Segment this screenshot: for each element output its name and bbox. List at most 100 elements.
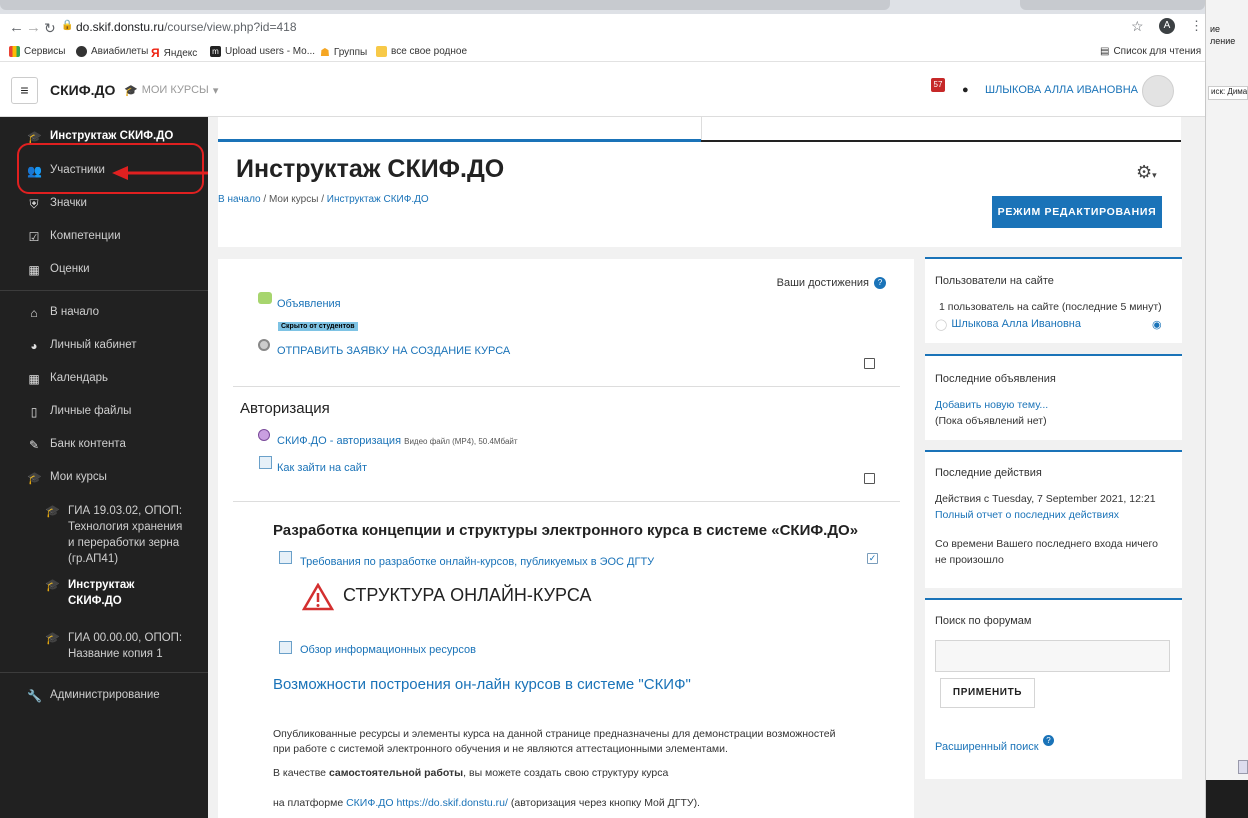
- header-tab-active: [218, 139, 701, 142]
- add-topic-link[interactable]: Добавить новую тему...: [935, 399, 1048, 411]
- drawer-item-grades[interactable]: ▦ Оценки: [0, 263, 208, 277]
- taskbar: [1206, 780, 1248, 818]
- overview-link[interactable]: Обзор информационных ресурсов: [300, 644, 476, 656]
- course-name-line: (гр.АП41): [68, 553, 119, 565]
- page-icon: [279, 641, 292, 654]
- breadcrumb-home[interactable]: В начало: [218, 194, 261, 205]
- hamburger-icon[interactable]: ≡: [11, 77, 38, 104]
- bookmark-avia[interactable]: Авиабилеты: [76, 46, 148, 57]
- auth-video-link[interactable]: СКИФ.ДО - авторизация: [277, 435, 401, 447]
- bookmark-folder[interactable]: все свое родное: [376, 46, 467, 57]
- help-icon[interactable]: ?: [1043, 735, 1054, 746]
- browser-tab[interactable]: [1020, 0, 1205, 10]
- recent-none-line: не произошло: [935, 554, 1004, 566]
- send-request-link[interactable]: ОТПРАВИТЬ ЗАЯВКУ НА СОЗДАНИЕ КУРСА: [277, 345, 510, 357]
- completion-checkbox[interactable]: [864, 473, 875, 484]
- drawer-course-gia[interactable]: 🎓 ГИА 19.03.02, ОПОП: Технология хранения и…: [0, 503, 208, 567]
- side-search[interactable]: иск: Дима: [1208, 86, 1248, 100]
- course-name-line: Технология хранения: [68, 521, 183, 533]
- site-brand[interactable]: СКИФ.ДО: [50, 82, 115, 98]
- no-news-text: (Пока объявлений нет): [935, 415, 1047, 427]
- course-content: Ваши достижения? Объявления Скрыто от ст…: [218, 259, 914, 818]
- task-text: , вы можете создать свою структуру курса: [463, 767, 669, 779]
- url-host: do.skif.donstu.ru: [76, 20, 165, 34]
- requirements-link[interactable]: Требования по разработке онлайн-курсов, …: [300, 556, 654, 568]
- drawer-item-badges[interactable]: ⛨ Значки: [0, 197, 208, 212]
- user-menu[interactable]: ШЛЫКОВА АЛЛА ИВАНОВНА: [985, 84, 1138, 96]
- bookmark-services[interactable]: Сервисы: [9, 46, 65, 57]
- drawer-item-home[interactable]: ⌂ В начало: [0, 306, 208, 320]
- hidden-badge: Скрыто от студентов: [278, 322, 358, 331]
- advanced-search-link[interactable]: Расширенный поиск: [935, 741, 1039, 753]
- star-icon[interactable]: ☆: [1131, 18, 1144, 35]
- edit-mode-button[interactable]: РЕЖИМ РЕДАКТИРОВАНИЯ: [992, 196, 1162, 228]
- platform-url-link[interactable]: https://do.skif.donstu.ru/: [396, 797, 507, 809]
- browser-tab[interactable]: [0, 0, 890, 10]
- drawer-item-content-bank[interactable]: ✎ Банк контента: [0, 438, 208, 452]
- bookmark-label: Сервисы: [24, 46, 66, 57]
- page-header: Инструктаж СКИФ.ДО В начало / Мои курсы …: [218, 117, 1181, 247]
- bookmark-groups[interactable]: ☗ Группы: [320, 46, 367, 59]
- forum-search-input[interactable]: [935, 640, 1170, 672]
- apps-icon: [9, 46, 20, 57]
- drawer-label: Календарь: [50, 372, 109, 384]
- drawer-item-admin[interactable]: 🔧 Администрирование: [0, 689, 208, 703]
- forward-icon[interactable]: →: [26, 19, 41, 37]
- back-icon[interactable]: ←: [9, 19, 24, 37]
- auth-video-row: СКИФ.ДО - авторизация Видео файл (MP4), …: [277, 435, 518, 447]
- breadcrumb-separator: /: [263, 194, 267, 205]
- drawer-course-name: Инструктаж СКИФ.ДО: [68, 577, 134, 609]
- possibilities-link[interactable]: Возможности построения он-лайн курсов в …: [273, 676, 691, 693]
- bookmark-label: Upload users - Mo...: [225, 46, 316, 57]
- completion-checkbox[interactable]: [864, 358, 875, 369]
- avatar[interactable]: [1142, 75, 1174, 107]
- drawer-course-copy[interactable]: 🎓 ГИА 00.00.00, ОПОП: Название копия 1: [0, 630, 208, 662]
- section-title-auth: Авторизация: [240, 400, 330, 417]
- profile-avatar[interactable]: A: [1159, 18, 1175, 34]
- page-icon: [259, 456, 272, 469]
- bookmark-yandex[interactable]: Я Яндекс: [151, 46, 197, 60]
- recent-none-line: Со времени Вашего последнего входа ничег…: [935, 538, 1158, 550]
- breadcrumb-course[interactable]: Инструктаж СКИФ.ДО: [327, 194, 429, 205]
- annotation-arrow: [112, 166, 208, 180]
- platform-text: (авторизация через кнопку Мой ДГТУ).: [507, 797, 700, 809]
- url-field[interactable]: do.skif.donstu.ru/course/view.php?id=418: [76, 20, 297, 34]
- chat-icon[interactable]: ●: [962, 84, 969, 96]
- reload-icon[interactable]: ↻: [44, 19, 56, 37]
- completion-checkbox-checked[interactable]: ✓: [867, 553, 878, 564]
- recent-none: Со времени Вашего последнего входа ничег…: [935, 536, 1158, 568]
- drawer-item-calendar[interactable]: ▦ Календарь: [0, 372, 208, 386]
- wrench-icon: 🔧: [27, 689, 42, 703]
- drawer-course[interactable]: 🎓 Инструктаж СКИФ.ДО: [0, 130, 208, 144]
- drawer-item-files[interactable]: ▯ Личные файлы: [0, 405, 208, 419]
- my-courses-menu[interactable]: 🎓 МОИ КУРСЫ ▾: [124, 84, 218, 97]
- drawer-label: Администрирование: [50, 689, 160, 701]
- bookmark-label: Авиабилеты: [91, 46, 149, 57]
- platform-link[interactable]: СКИФ.ДО: [346, 797, 393, 809]
- drawer-label: Компетенции: [50, 230, 121, 242]
- drawer-item-competencies[interactable]: ☑ Компетенции: [0, 230, 208, 244]
- drawer-label: В начало: [50, 306, 99, 318]
- task-paragraph: В качестве самостоятельной работы, вы мо…: [273, 767, 668, 779]
- moodle-icon: m: [210, 46, 221, 57]
- full-report-link[interactable]: Полный отчет о последних действиях: [935, 509, 1119, 521]
- bookmark-upload[interactable]: m Upload users - Mo...: [210, 46, 315, 57]
- help-icon[interactable]: ?: [874, 277, 886, 289]
- gear-icon[interactable]: ⚙▾: [1136, 162, 1157, 183]
- menu-dots-icon[interactable]: ⋮: [1190, 18, 1203, 34]
- announcements-link[interactable]: Объявления: [277, 298, 341, 310]
- eye-icon[interactable]: ◉: [1152, 318, 1162, 331]
- mortarboard-icon: 🎓: [124, 85, 138, 97]
- online-user-link[interactable]: Шлыкова Алла Ивановна: [951, 318, 1081, 331]
- drawer-course-current[interactable]: 🎓 Инструктаж СКИФ.ДО: [0, 577, 208, 609]
- block-online-users: Пользователи на сайте 1 пользователь на …: [925, 257, 1182, 343]
- how-to-link[interactable]: Как зайти на сайт: [277, 462, 367, 474]
- drawer-item-dashboard[interactable]: ◕ Личный кабинет: [0, 339, 208, 353]
- notification-badge[interactable]: 57: [931, 78, 945, 92]
- auth-video-meta: Видео файл (MP4), 50.4Мбайт: [404, 437, 518, 446]
- drawer-item-my-courses[interactable]: 🎓 Мои курсы: [0, 471, 208, 485]
- breadcrumb-mycourses[interactable]: Мои курсы: [269, 194, 319, 205]
- online-user[interactable]: ◯ Шлыкова Алла Ивановна: [935, 318, 1081, 331]
- apply-button[interactable]: ПРИМЕНИТЬ: [940, 678, 1035, 708]
- reading-list[interactable]: ▤ Список для чтения: [1100, 46, 1201, 57]
